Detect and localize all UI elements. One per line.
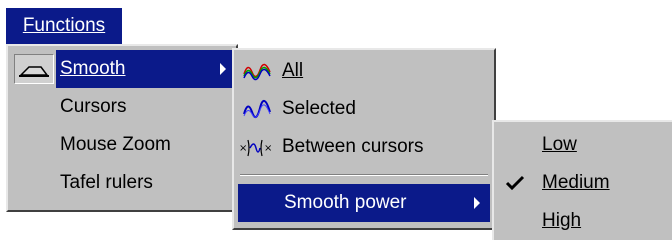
menu-item-cursors[interactable]: Cursors <box>60 88 127 126</box>
menu-item-all-label: All <box>282 60 304 81</box>
menu-item-selected[interactable]: Selected <box>282 90 356 128</box>
smooth-between-cursors-icon: × × <box>238 136 274 166</box>
functions-menu: Smooth Cursors Mouse Zoom Tafel rulers <box>6 44 238 212</box>
menu-item-high[interactable]: High <box>542 202 581 240</box>
svg-text:×: × <box>239 143 247 154</box>
menu-item-low[interactable]: Low <box>542 126 577 164</box>
menu-item-all[interactable]: All <box>282 52 303 90</box>
functions-menu-label: Functions <box>22 15 106 36</box>
menu-item-mouse-zoom[interactable]: Mouse Zoom <box>60 126 171 164</box>
smooth-selected-icon <box>242 98 272 128</box>
menu-item-mouse-zoom-label: Mouse Zoom <box>60 134 171 155</box>
menu-item-smooth[interactable]: Smooth <box>56 50 234 88</box>
menu-separator <box>240 174 488 176</box>
smooth-submenu: All Selected × × Between cursors Smooth … <box>232 48 496 230</box>
checkmark-icon <box>504 174 526 198</box>
functions-menu-button[interactable]: Functions <box>6 8 122 44</box>
menu-item-selected-label: Selected <box>282 98 356 119</box>
menu-item-medium[interactable]: Medium <box>542 164 610 202</box>
menu-item-cursors-label: Cursors <box>60 96 127 117</box>
menu-item-smooth-label: Smooth <box>60 58 126 79</box>
menu-item-smooth-power-label: Smooth power <box>284 192 407 213</box>
menu-item-tafel-rulers[interactable]: Tafel rulers <box>60 164 153 202</box>
svg-text:×: × <box>264 143 272 154</box>
menu-item-high-label: High <box>542 210 582 231</box>
menu-item-medium-label: Medium <box>542 172 610 193</box>
smooth-all-icon <box>242 60 272 90</box>
submenu-arrow-icon <box>220 63 226 75</box>
menu-item-between-cursors-label: Between cursors <box>282 136 424 157</box>
menu-item-low-label: Low <box>542 134 577 155</box>
menu-item-between-cursors[interactable]: Between cursors <box>282 128 424 166</box>
smooth-tool-icon <box>14 54 54 84</box>
smooth-power-submenu: Low Medium High <box>492 120 672 240</box>
menu-item-smooth-power[interactable]: Smooth power <box>238 184 490 222</box>
submenu-arrow-icon <box>474 197 480 209</box>
menu-item-tafel-rulers-label: Tafel rulers <box>60 172 153 193</box>
